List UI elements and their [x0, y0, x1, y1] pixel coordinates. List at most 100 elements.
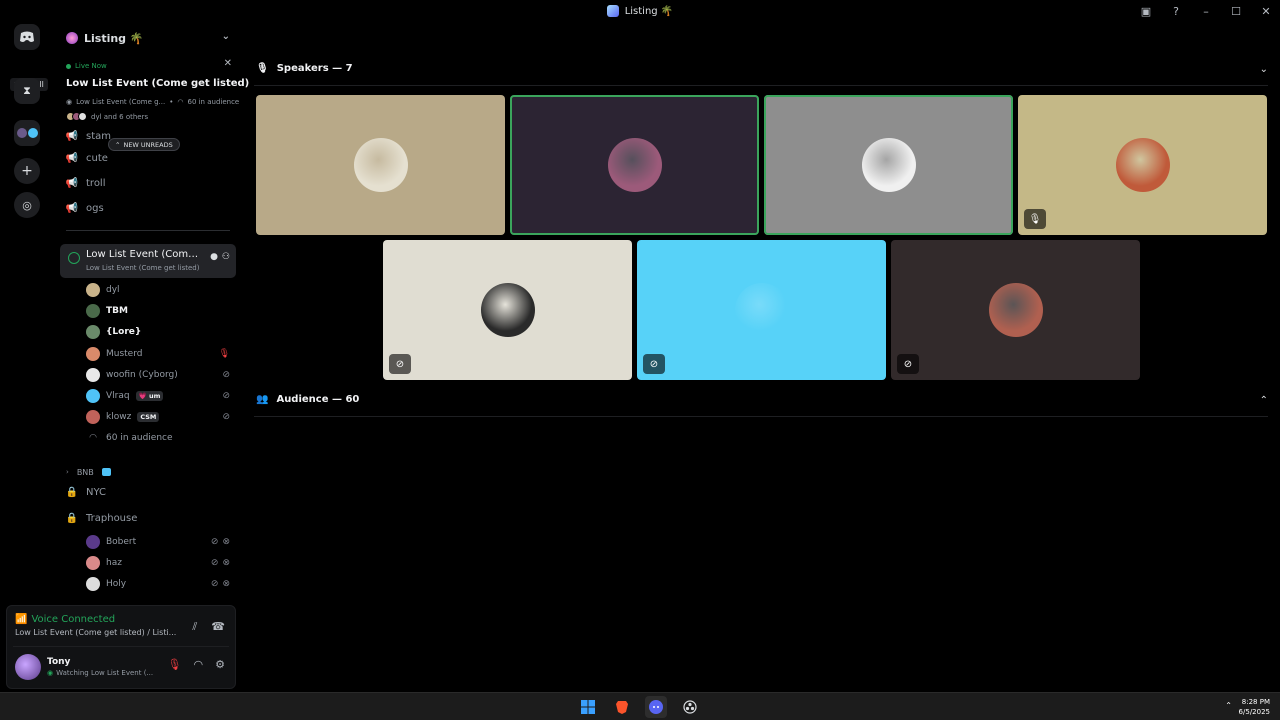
discover-icon[interactable]: ◎	[14, 192, 40, 218]
member-name: {Lore}	[106, 327, 142, 337]
tray-chevron-icon[interactable]: ⌃	[1225, 701, 1232, 710]
obs-icon[interactable]	[679, 696, 701, 718]
disconnect-icon[interactable]: ☎	[211, 620, 225, 634]
stage-member[interactable]: klowz CSM ⊘	[86, 408, 234, 426]
brave-icon[interactable]	[611, 696, 633, 718]
stage-channel-icon: 📢	[65, 152, 79, 164]
server-folder-icon[interactable]	[14, 120, 40, 146]
channel-nyc[interactable]: 🔒 NYC	[66, 482, 234, 502]
speaker-tile[interactable]: ⊘	[383, 240, 632, 380]
inbox-icon[interactable]: ▣	[1138, 3, 1154, 19]
member-name: TBM	[106, 306, 128, 316]
voice-status-text: Voice Connected	[31, 614, 116, 625]
stage-member[interactable]: Musterd 🎙	[86, 345, 234, 363]
voice-member[interactable]: Holy ⊘ ⊗	[86, 575, 234, 593]
mic-off-icon: ⊘	[222, 412, 230, 422]
discord-home-icon[interactable]	[14, 24, 40, 50]
channel-troll[interactable]: 📢 troll	[66, 173, 234, 193]
maximize-button[interactable]: ☐	[1228, 3, 1244, 19]
discord-icon[interactable]	[645, 696, 667, 718]
stage-channel-icon: 📢	[65, 130, 79, 142]
avatar	[86, 410, 100, 424]
active-stage-name: Low List Event (Come ...	[86, 249, 200, 260]
channel-name: troll	[86, 177, 106, 189]
live-event-card[interactable]: Live Now ✕ Low List Event (Come get list…	[60, 56, 249, 128]
channel-name: stam	[86, 130, 111, 142]
close-button[interactable]: ✕	[1258, 3, 1274, 19]
microphone-muted-icon[interactable]: 🎙	[168, 658, 182, 671]
avatar	[353, 138, 408, 192]
divider	[254, 85, 1268, 86]
active-stage-channel[interactable]: Low List Event (Come ... Low List Event …	[60, 244, 236, 278]
speaker-tile[interactable]: 🎙	[1018, 95, 1267, 235]
title-bar: Listing 🌴 ▣ ? – ☐ ✕	[0, 0, 1280, 22]
avatar	[86, 347, 100, 361]
stage-member[interactable]: {Lore}	[86, 323, 234, 341]
category-bnb[interactable]: › BNB	[66, 462, 234, 482]
mic-off-icon: ⊘	[643, 354, 665, 374]
guild-header[interactable]: Listing 🌴 ⌄	[54, 22, 242, 54]
voice-channel-text[interactable]: Low List Event (Come get listed) / Listi…	[15, 628, 185, 637]
add-member-icon[interactable]: ⚇	[222, 252, 230, 262]
noise-suppression-icon[interactable]: ⫽	[192, 620, 197, 634]
live-people-text: dyl and 6 others	[91, 112, 149, 121]
stage-member[interactable]: TBM	[86, 302, 234, 320]
mic-off-icon: ⊘	[389, 354, 411, 374]
windows-start-icon[interactable]	[577, 696, 599, 718]
mic-off-icon: ⊘	[210, 558, 219, 568]
stage-member[interactable]: woofin (Cyborg) ⊘	[86, 366, 234, 384]
headphones-icon[interactable]: ◠	[194, 658, 204, 671]
chevron-down-icon[interactable]: ⌄	[222, 31, 230, 42]
chevron-up-icon[interactable]: ⌃	[1260, 395, 1268, 406]
avatar	[607, 138, 662, 192]
speaker-tile[interactable]	[764, 95, 1013, 235]
category-name: BNB	[76, 467, 94, 477]
audience-title: Audience — 60	[276, 394, 360, 405]
tv-emoji-icon	[101, 468, 111, 476]
live-event-subtitle: ◉ Low List Event (Come g... • ◠ 60 in au…	[66, 98, 239, 106]
channel-ogs[interactable]: 📢 ogs	[66, 198, 234, 218]
suppressed-icon: 🎙	[1024, 209, 1046, 229]
speaker-tile[interactable]	[510, 95, 759, 235]
headphones-icon: ◠	[89, 433, 97, 443]
stage-member[interactable]: Vlraq 💗 um ⊘	[86, 387, 234, 405]
live-audience-count: 60 in audience	[187, 98, 240, 106]
server-rail: read all ⧗ + ◎	[0, 22, 54, 692]
hourglass-icon[interactable]: ⧗	[14, 78, 40, 104]
avatar	[86, 304, 100, 318]
member-name: woofin (Cyborg)	[106, 370, 178, 380]
speaker-tile[interactable]	[256, 95, 505, 235]
chevron-down-icon[interactable]: ⌄	[1260, 64, 1268, 75]
audience-count-text: 60 in audience	[106, 433, 173, 443]
speaker-tile[interactable]: ⊘	[891, 240, 1140, 380]
clock-time: 8:28 PM	[1241, 698, 1270, 706]
speaker-tile[interactable]: ⊘	[637, 240, 886, 380]
audience-count-row[interactable]: ◠ 60 in audience	[86, 429, 234, 447]
speakers-header: 🎙 Speakers — 7	[256, 63, 353, 74]
user-status: ◉ Watching Low List Event (...	[47, 669, 153, 677]
avatar	[86, 325, 100, 339]
avatar	[480, 283, 535, 337]
minimize-button[interactable]: –	[1198, 3, 1214, 19]
stage-member[interactable]: dyl	[86, 281, 234, 299]
voice-member[interactable]: Bobert ⊘ ⊗	[86, 533, 234, 551]
stage-channel-icon: 📢	[65, 177, 79, 189]
taskbar: ⌃ 8:28 PM 6/5/2025	[0, 692, 1280, 720]
audience-header: 👥 Audience — 60	[256, 394, 359, 405]
avatar[interactable]	[15, 654, 41, 680]
channel-cute[interactable]: 📢 cute	[66, 148, 234, 168]
channel-traphouse[interactable]: 🔒 Traphouse	[66, 508, 234, 528]
live-now-badge: Live Now	[66, 62, 107, 70]
gear-icon[interactable]: ⚙	[215, 658, 225, 671]
help-icon[interactable]: ?	[1168, 3, 1184, 19]
voice-connected-status[interactable]: 📶 Voice Connected	[15, 614, 115, 625]
live-status-text: Live Now	[75, 62, 107, 70]
chat-bubble-icon[interactable]: ●	[210, 252, 218, 262]
member-name: Bobert	[106, 537, 137, 547]
avatar	[988, 283, 1043, 337]
voice-member[interactable]: haz ⊘ ⊗	[86, 554, 234, 572]
add-server-icon[interactable]: +	[14, 158, 40, 184]
close-icon[interactable]: ✕	[224, 58, 232, 69]
lock-icon: 🔒	[65, 486, 79, 498]
clock[interactable]: 8:28 PM 6/5/2025	[1239, 697, 1270, 717]
